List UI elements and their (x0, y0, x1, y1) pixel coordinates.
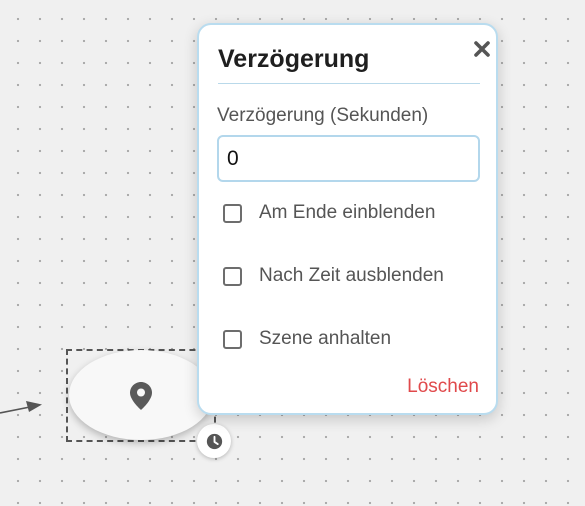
fade-in-at-end-label: Am Ende einblenden (259, 202, 436, 223)
pause-scene-checkbox[interactable] (223, 329, 242, 349)
fade-out-after-time-option[interactable]: Nach Zeit ausblenden (223, 263, 444, 289)
fade-in-at-end-checkbox[interactable] (223, 203, 242, 223)
close-icon (474, 41, 490, 57)
delay-settings-popup: Verzögerung Verzögerung (Sekunden) Am En… (197, 23, 498, 415)
pause-scene-option[interactable]: Szene anhalten (223, 326, 391, 352)
fade-out-after-time-checkbox[interactable] (223, 266, 242, 286)
delete-button[interactable]: Löschen (407, 376, 479, 398)
close-button[interactable] (471, 38, 493, 60)
map-pin-icon (130, 382, 152, 410)
delay-seconds-label: Verzögerung (Sekunden) (217, 105, 429, 126)
location-node[interactable] (69, 350, 213, 440)
pause-scene-label: Szene anhalten (259, 328, 392, 349)
edge-arrow-icon (26, 401, 42, 412)
title-divider (218, 83, 480, 84)
delay-badge[interactable] (197, 424, 231, 458)
fade-in-at-end-option[interactable]: Am Ende einblenden (223, 200, 435, 226)
fade-out-after-time-label: Nach Zeit ausblenden (259, 265, 444, 286)
clock-icon (206, 433, 222, 449)
popup-title: Verzögerung (218, 45, 370, 73)
delay-seconds-input[interactable] (217, 135, 480, 182)
flow-canvas[interactable]: Verzögerung Verzögerung (Sekunden) Am En… (0, 0, 585, 506)
connection-edge[interactable] (0, 390, 70, 430)
